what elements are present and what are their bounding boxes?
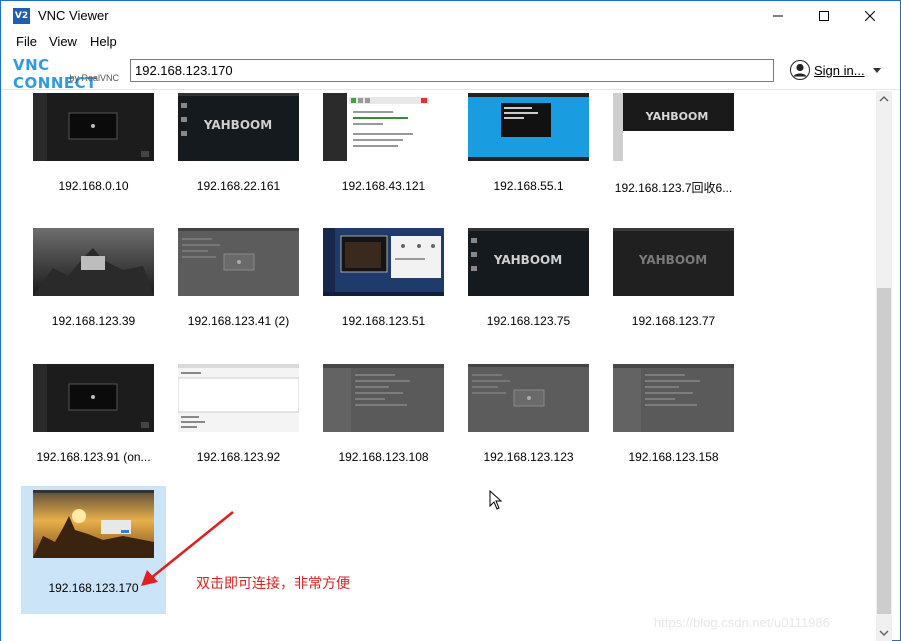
connection-tile[interactable]: 192.168.123.39 — [21, 224, 166, 352]
connection-label: 192.168.123.39 — [51, 314, 136, 328]
svg-text:YAHBOOM: YAHBOOM — [645, 110, 709, 123]
connection-label: 192.168.0.10 — [58, 179, 129, 193]
connection-label: 192.168.123.41 (2) — [187, 314, 290, 328]
svg-text:YAHBOOM: YAHBOOM — [493, 253, 562, 267]
connection-tile[interactable]: 192.168.123.41 (2) — [166, 224, 311, 352]
connection-tile[interactable]: 192.168.0.10 — [21, 91, 166, 217]
watermark: https://blog.csdn.net/u0111986 — [654, 615, 830, 630]
annotation-text: 双击即可连接，非常方便 — [196, 576, 350, 592]
desktop-thumbnail[interactable] — [613, 364, 734, 432]
desktop-thumbnail[interactable] — [323, 228, 444, 296]
connection-label: 192.168.123.123 — [483, 450, 574, 464]
menu-bar: File View Help — [1, 31, 900, 52]
minimize-button[interactable] — [755, 1, 801, 31]
connection-tile[interactable]: 192.168.123.51 — [311, 224, 456, 352]
desktop-thumbnail[interactable]: YAHBOOM — [178, 93, 299, 161]
mouse-cursor-icon — [489, 490, 503, 510]
connection-label: 192.168.22.161 — [196, 179, 281, 193]
minimize-icon — [773, 15, 783, 17]
address-input[interactable]: 192.168.123.170 — [130, 59, 774, 82]
vnc-viewer-window: V2 VNC Viewer File View Help VNC CONNECT… — [0, 0, 901, 641]
desktop-thumbnail[interactable] — [178, 228, 299, 296]
connection-tile[interactable]: 192.168.55.1 — [456, 91, 601, 217]
desktop-thumbnail[interactable]: YAHBOOM — [613, 93, 734, 161]
connection-label: 192.168.123.108 — [338, 450, 429, 464]
window-title: VNC Viewer — [38, 8, 109, 23]
chevron-down-icon[interactable] — [873, 68, 881, 73]
desktop-thumbnail[interactable] — [33, 364, 154, 432]
connection-tile[interactable]: 192.168.123.91 (on... — [21, 360, 166, 488]
vnc-connect-logo: VNC CONNECT by RealVNC — [13, 56, 119, 92]
connection-label: 192.168.123.7回收6... — [614, 181, 733, 195]
vertical-scrollbar[interactable] — [876, 91, 892, 641]
connection-tile[interactable]: 192.168.123.108 — [311, 360, 456, 488]
maximize-button[interactable] — [801, 1, 847, 31]
desktop-thumbnail[interactable] — [33, 93, 154, 161]
scroll-down-button[interactable] — [876, 624, 892, 641]
connection-label: 192.168.123.158 — [628, 450, 719, 464]
connection-tile[interactable]: 192.168.123.123 — [456, 360, 601, 488]
menu-view[interactable]: View — [49, 34, 77, 49]
toolbar: VNC CONNECT by RealVNC 192.168.123.170 S… — [1, 52, 900, 92]
svg-text:YAHBOOM: YAHBOOM — [203, 118, 272, 132]
user-icon[interactable] — [790, 60, 810, 80]
close-icon — [865, 11, 875, 21]
vnc-app-icon: V2 — [13, 8, 30, 24]
svg-text:YAHBOOM: YAHBOOM — [638, 253, 707, 267]
connection-tile[interactable]: YAHBOOM 192.168.123.7回收6... — [601, 91, 746, 217]
desktop-thumbnail[interactable] — [33, 228, 154, 296]
title-bar[interactable]: V2 VNC Viewer — [1, 1, 900, 31]
desktop-thumbnail[interactable] — [468, 364, 589, 432]
connection-label: 192.168.43.121 — [341, 179, 426, 193]
connection-label: 192.168.55.1 — [493, 179, 564, 193]
connection-tile[interactable]: 192.168.43.121 — [311, 91, 456, 217]
connection-tile[interactable]: YAHBOOM 192.168.123.77 — [601, 224, 746, 352]
desktop-thumbnail[interactable] — [323, 93, 444, 161]
connection-label: 192.168.123.91 (on... — [36, 450, 151, 464]
desktop-thumbnail[interactable]: YAHBOOM — [613, 228, 734, 296]
desktop-thumbnail[interactable] — [323, 364, 444, 432]
connection-tile[interactable]: 192.168.123.158 — [601, 360, 746, 488]
menu-help[interactable]: Help — [90, 34, 117, 49]
connection-label: 192.168.123.92 — [196, 450, 281, 464]
desktop-thumbnail[interactable] — [468, 93, 589, 161]
connection-label: 192.168.123.75 — [486, 314, 571, 328]
connection-tile[interactable]: 192.168.123.92 — [166, 360, 311, 488]
scroll-up-button[interactable] — [876, 91, 892, 108]
menu-file[interactable]: File — [16, 34, 37, 49]
connection-tile[interactable]: YAHBOOM 192.168.22.161 — [166, 91, 311, 217]
chevron-down-icon — [879, 630, 889, 636]
address-book-grid: 192.168.0.10 YAHBOOM 192.168.22.161 192.1… — [1, 91, 876, 641]
sign-in-button[interactable]: Sign in... — [814, 63, 865, 78]
connection-label: 192.168.123.51 — [341, 314, 426, 328]
desktop-thumbnail[interactable]: YAHBOOM — [468, 228, 589, 296]
close-button[interactable] — [847, 1, 893, 31]
chevron-up-icon — [879, 96, 889, 102]
connection-label: 192.168.123.77 — [631, 314, 716, 328]
maximize-icon — [819, 11, 829, 21]
desktop-thumbnail[interactable] — [178, 364, 299, 432]
connection-tile[interactable]: YAHBOOM 192.168.123.75 — [456, 224, 601, 352]
scroll-thumb[interactable] — [877, 288, 891, 614]
